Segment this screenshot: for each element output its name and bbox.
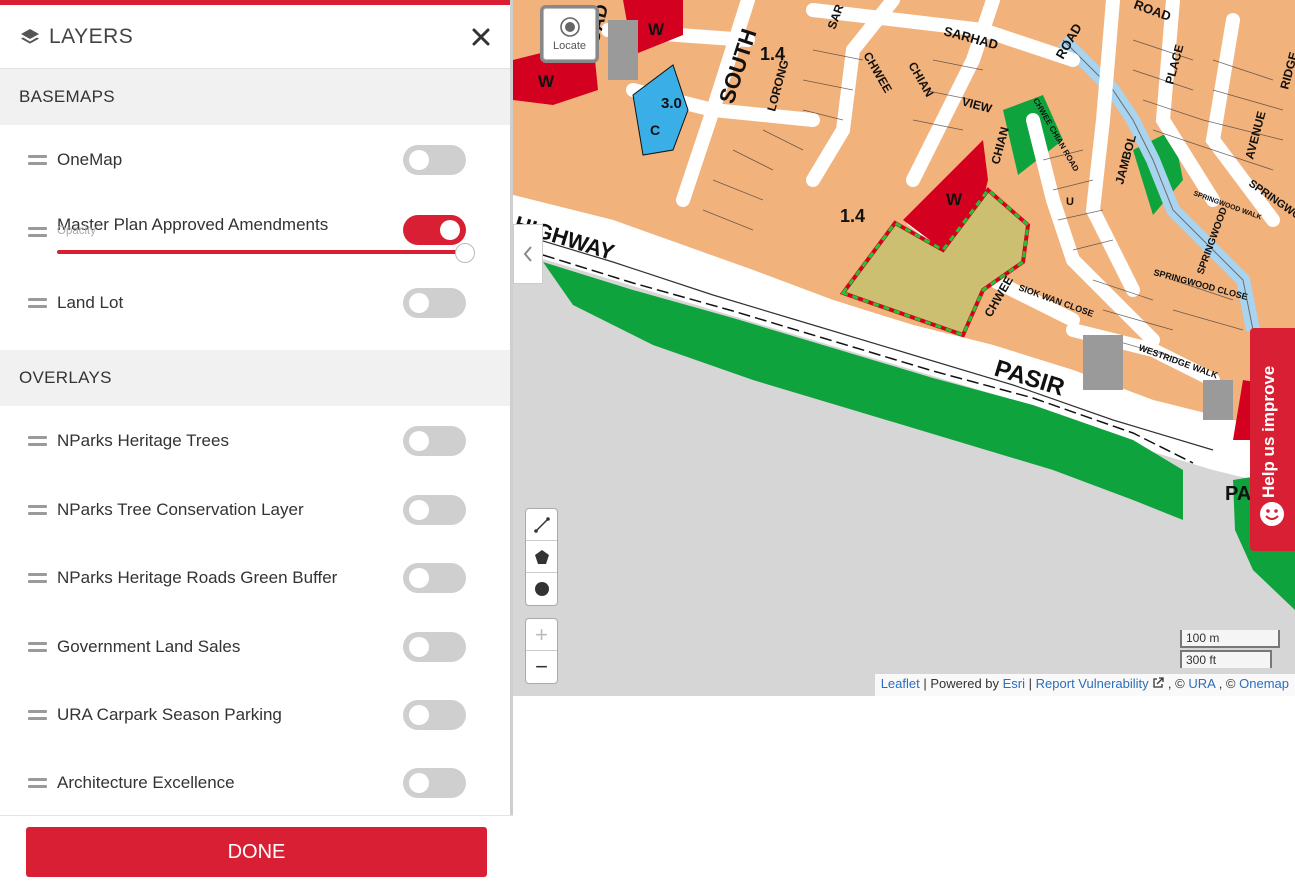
toggle-nparks-tree-conservation-layer[interactable] (403, 495, 466, 525)
plot-ratio-label: 3.0 (661, 95, 682, 112)
external-link-icon (1153, 677, 1164, 688)
attribution-separator: , © (1218, 676, 1236, 691)
zone-label: C (650, 122, 660, 138)
panel-footer: DONE (0, 815, 513, 884)
leaflet-link[interactable]: Leaflet (881, 676, 920, 691)
drag-handle-icon[interactable] (28, 436, 47, 446)
zone-label: W (538, 72, 555, 91)
opacity-slider-track[interactable] (57, 250, 467, 254)
attribution-separator: , © (1167, 676, 1185, 691)
locate-icon (559, 17, 580, 37)
layer-row-land-lot: Land Lot (0, 285, 510, 321)
toggle-onemap[interactable] (403, 145, 466, 175)
layer-row-ura-carpark-season-parking: URA Carpark Season Parking (0, 681, 510, 749)
master-plan-map[interactable]: HIGHWAY PASIR SOUTH ROAD ROAD SARHAD CHW… (513, 0, 1295, 696)
layer-row-nparks-heritage-roads-green-buffer: NParks Heritage Roads Green Buffer (0, 544, 510, 612)
circle-icon (534, 582, 549, 596)
layer-label: Land Lot (57, 293, 124, 312)
map-view[interactable]: HIGHWAY PASIR SOUTH ROAD ROAD SARHAD CHW… (513, 0, 1295, 696)
layer-label: NParks Heritage Trees (57, 431, 229, 450)
layer-row-master-plan-approved-amendments: Master Plan Approved Amendments Opacity (0, 195, 510, 285)
toggle-ura-carpark-season-parking[interactable] (403, 700, 466, 730)
done-button[interactable]: DONE (26, 827, 487, 877)
opacity-label: Opacity (57, 225, 96, 237)
draw-line-button[interactable] (526, 509, 557, 541)
drag-handle-icon[interactable] (28, 298, 47, 308)
line-icon (533, 516, 550, 533)
drag-handle-icon[interactable] (28, 710, 47, 720)
toggle-master-plan-approved-amendments[interactable] (403, 215, 466, 245)
zoom-in-button[interactable]: + (526, 619, 557, 651)
layer-label: Master Plan Approved Amendments (57, 215, 329, 234)
collapse-panel-button[interactable] (513, 224, 543, 284)
layers-panel: LAYERS BASEMAPS OneMap Master Plan Appro… (0, 0, 513, 884)
drag-handle-icon[interactable] (28, 227, 47, 237)
drag-handle-icon[interactable] (28, 573, 47, 583)
layer-label: Architecture Excellence (57, 773, 235, 792)
scale-metric: 100 m (1180, 630, 1280, 648)
drag-handle-icon[interactable] (28, 155, 47, 165)
toggle-government-land-sales[interactable] (403, 631, 466, 662)
ura-link[interactable]: URA (1188, 676, 1215, 691)
close-icon[interactable] (471, 27, 491, 47)
layer-row-government-land-sales: Government Land Sales (0, 612, 510, 681)
locate-button[interactable]: Locate (543, 8, 596, 60)
drag-handle-icon[interactable] (28, 778, 47, 788)
plot-ratio-label: 1.4 (760, 44, 785, 64)
report-vulnerability-link[interactable]: Report Vulnerability (1036, 676, 1149, 691)
layer-label: OneMap (57, 150, 123, 169)
layer-row-onemap: OneMap (0, 125, 510, 195)
panel-header: LAYERS (0, 5, 510, 69)
scale-bar: 100 m 300 ft (1180, 630, 1280, 668)
panel-title: LAYERS (49, 24, 134, 48)
layer-label: NParks Tree Conservation Layer (57, 500, 304, 519)
scale-imperial: 300 ft (1180, 650, 1272, 668)
toggle-nparks-heritage-roads-green-buffer[interactable] (403, 563, 466, 593)
draw-circle-button[interactable] (526, 573, 557, 605)
feedback-label: Help us improve (1259, 365, 1278, 498)
draw-polygon-button[interactable] (526, 541, 557, 573)
zone-label: W (648, 20, 665, 39)
layer-label: URA Carpark Season Parking (57, 705, 282, 724)
attribution-separator: | (1028, 676, 1033, 691)
layer-label: Government Land Sales (57, 636, 241, 656)
locate-label: Locate (552, 40, 587, 52)
feedback-tab[interactable]: Help us improve (1250, 328, 1295, 551)
zoom-control: + − (525, 618, 558, 684)
plot-ratio-label: 1.4 (840, 206, 865, 226)
opacity-slider-handle[interactable] (455, 243, 475, 263)
chevron-left-icon (523, 246, 532, 262)
drag-handle-icon[interactable] (28, 641, 47, 652)
polygon-icon (534, 549, 549, 564)
esri-link[interactable]: Esri (1003, 676, 1025, 691)
layers-icon (21, 28, 39, 44)
attribution-text: | Powered by (923, 676, 1000, 691)
overlays-heading: OVERLAYS (0, 350, 510, 406)
layer-row-architecture-excellence: Architecture Excellence (0, 749, 510, 817)
toggle-architecture-excellence[interactable] (403, 768, 466, 798)
smile-icon (1260, 502, 1284, 526)
zone-label: U (1066, 196, 1074, 208)
layer-row-nparks-tree-conservation-layer: NParks Tree Conservation Layer (0, 476, 510, 544)
draw-toolbar (525, 508, 558, 606)
zoom-out-button[interactable]: − (526, 651, 557, 683)
toggle-land-lot[interactable] (403, 288, 466, 318)
road-label-pa: PA (1225, 483, 1251, 505)
onemap-link[interactable]: Onemap (1239, 676, 1289, 691)
drag-handle-icon[interactable] (28, 505, 47, 515)
basemaps-heading: BASEMAPS (0, 69, 510, 125)
layer-row-nparks-heritage-trees: NParks Heritage Trees (0, 406, 510, 476)
toggle-nparks-heritage-trees[interactable] (403, 426, 466, 456)
layer-label: NParks Heritage Roads Green Buffer (57, 568, 338, 587)
zone-label: W (946, 190, 963, 209)
map-attribution: Leaflet | Powered by Esri | Report Vulne… (874, 674, 1295, 696)
